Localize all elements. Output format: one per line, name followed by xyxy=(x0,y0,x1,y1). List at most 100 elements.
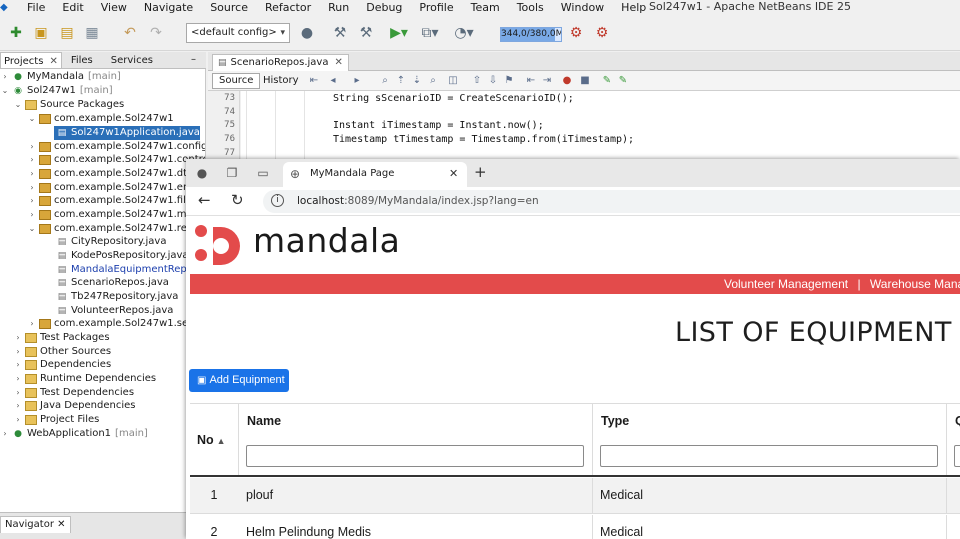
find-next-icon[interactable]: ⇣ xyxy=(410,74,424,87)
tree-item-package[interactable]: › com.example.Sol247w1.service xyxy=(27,317,205,331)
save-all-icon[interactable]: ▦ xyxy=(82,23,102,43)
add-equipment-button[interactable]: ▣ Add Equipment xyxy=(189,369,289,392)
uncomment-icon[interactable]: ✎ xyxy=(616,74,630,87)
expand-icon[interactable]: › xyxy=(27,153,37,166)
reload-icon[interactable]: ↻ xyxy=(231,191,244,209)
tree-item-package[interactable]: ⌄ com.example.Sol247w1.reposito xyxy=(27,222,205,236)
tree-item-runtime-dependencies[interactable]: › Runtime Dependencies xyxy=(13,372,156,386)
type-filter-input[interactable] xyxy=(600,445,938,467)
browser-tab-active[interactable]: ⊕ MyMandala Page ✕ xyxy=(283,162,467,187)
expand-icon[interactable]: › xyxy=(27,194,37,207)
profile-icon[interactable]: ● xyxy=(193,165,211,181)
tree-item-mymandala[interactable]: › ● MyMandala [main] xyxy=(0,70,120,84)
tab-files[interactable]: Files xyxy=(62,52,102,68)
menu-window[interactable]: Window xyxy=(552,0,612,15)
expand-icon[interactable]: › xyxy=(13,345,23,358)
collapse-icon[interactable]: ⌄ xyxy=(27,222,37,235)
menu-profile[interactable]: Profile xyxy=(410,0,461,15)
comment-icon[interactable]: ✎ xyxy=(600,74,614,87)
expand-icon[interactable]: › xyxy=(13,372,23,385)
sort-asc-icon[interactable]: ▲ xyxy=(217,436,226,446)
tree-item-package[interactable]: › com.example.Sol247w1.entity xyxy=(27,181,205,195)
minimize-icon[interactable]: – xyxy=(191,52,196,67)
forward-icon[interactable]: ▸ xyxy=(350,74,364,87)
tree-item-webapplication1[interactable]: › ● WebApplication1 [main] xyxy=(0,427,147,441)
menu-debug[interactable]: Debug xyxy=(357,0,410,15)
new-tab-icon[interactable]: + xyxy=(474,163,487,181)
clean-build-icon[interactable]: ⚒ xyxy=(355,23,377,43)
menu-file[interactable]: File xyxy=(18,0,53,15)
tab-actions-icon[interactable]: ▭ xyxy=(254,165,272,181)
nav-volunteer-management[interactable]: Volunteer Management xyxy=(724,277,848,291)
tree-item-project-files[interactable]: › Project Files xyxy=(13,413,99,427)
table-row[interactable]: 2 Helm Pelindung Medis Medical xyxy=(190,515,960,539)
close-tab-icon[interactable]: ✕ xyxy=(449,167,458,180)
collapse-icon[interactable]: ⌄ xyxy=(0,84,10,97)
quantity-filter-input[interactable] xyxy=(954,445,960,467)
tree-item-package[interactable]: › com.example.Sol247w1.config xyxy=(27,140,205,154)
expand-icon[interactable]: › xyxy=(13,399,23,412)
shift-left-icon[interactable]: ⇤ xyxy=(524,74,538,87)
find-icon[interactable]: ⌕ xyxy=(378,74,392,87)
tab-navigator[interactable]: Navigator ✕ xyxy=(0,516,71,533)
expand-icon[interactable]: › xyxy=(13,331,23,344)
code-editor[interactable]: String sScenarioID = CreateScenarioID();… xyxy=(241,91,960,161)
tree-item-dependencies[interactable]: › Dependencies xyxy=(13,358,111,372)
expand-icon[interactable]: › xyxy=(0,70,10,83)
menu-view[interactable]: View xyxy=(92,0,135,15)
find-prev-icon[interactable]: ⇡ xyxy=(394,74,408,87)
expand-icon[interactable]: › xyxy=(13,386,23,399)
back-icon[interactable]: ◂ xyxy=(326,74,340,87)
expand-icon[interactable]: › xyxy=(27,208,37,221)
profile-icon[interactable]: ◔▾ xyxy=(450,23,478,43)
toggle-bookmark-icon[interactable]: ⚑ xyxy=(502,74,516,87)
tree-item-package[interactable]: ⌄ com.example.Sol247w1 xyxy=(27,112,174,126)
menu-help[interactable]: Help xyxy=(612,0,654,15)
expand-icon[interactable]: › xyxy=(27,181,37,194)
new-file-icon[interactable]: ✚ xyxy=(6,23,26,43)
tree-item-java-file[interactable]: ▤ CityRepository.java xyxy=(54,235,167,249)
expand-icon[interactable]: › xyxy=(27,317,37,330)
expand-icon[interactable]: › xyxy=(27,140,37,153)
open-project-icon[interactable]: ▤ xyxy=(56,23,78,43)
back-arrow-icon[interactable]: ← xyxy=(198,191,211,209)
new-project-icon[interactable]: ▣ xyxy=(30,23,52,43)
tree-item-java-file-selected[interactable]: ▤ Sol247w1Application.java xyxy=(54,126,200,140)
shift-right-icon[interactable]: ⇥ xyxy=(540,74,554,87)
url-input[interactable]: i localhost:8089/MyMandala/index.jsp?lan… xyxy=(263,190,960,213)
browser-globe-icon[interactable]: ● xyxy=(296,23,318,43)
source-view-button[interactable]: Source xyxy=(212,73,261,89)
tree-item-source-packages[interactable]: ⌄ Source Packages xyxy=(13,98,125,112)
tab-services[interactable]: Services xyxy=(102,52,162,68)
tree-item-other-sources[interactable]: › Other Sources xyxy=(13,345,111,359)
gc-icon[interactable]: ⚙ xyxy=(566,23,586,43)
menu-refactor[interactable]: Refactor xyxy=(256,0,319,15)
close-icon[interactable]: ✕ xyxy=(334,55,342,71)
collapse-icon[interactable]: ⌄ xyxy=(27,112,37,125)
tab-projects[interactable]: Projects ✕ xyxy=(0,52,62,68)
tree-item-java-file[interactable]: ▤ VolunteerRepos.java xyxy=(54,304,174,318)
menu-tools[interactable]: Tools xyxy=(508,0,552,15)
menu-source[interactable]: Source xyxy=(201,0,256,15)
close-icon[interactable]: ✕ xyxy=(43,56,57,67)
menu-edit[interactable]: Edit xyxy=(53,0,91,15)
menu-run[interactable]: Run xyxy=(319,0,357,15)
close-icon[interactable]: ✕ xyxy=(57,519,65,530)
debug-icon[interactable]: ⧉▾ xyxy=(416,23,444,43)
mandala-logo[interactable]: mandala xyxy=(193,221,443,269)
expand-icon[interactable]: › xyxy=(13,413,23,426)
prev-bookmark-icon[interactable]: ⇧ xyxy=(470,74,484,87)
start-macro-icon[interactable]: ● xyxy=(560,74,574,87)
tree-item-java-file[interactable]: ▤ Tb247Repository.java xyxy=(54,290,179,304)
redo-icon[interactable]: ↷ xyxy=(146,23,166,43)
undo-icon[interactable]: ↶ xyxy=(120,23,140,43)
column-header-type[interactable]: Type xyxy=(592,404,946,475)
expand-icon[interactable]: › xyxy=(0,427,10,440)
tree-item-package[interactable]: ›com.example.Sol247w1.controller xyxy=(27,153,205,167)
workspaces-icon[interactable]: ❐ xyxy=(223,165,241,181)
stop-macro-icon[interactable]: ■ xyxy=(578,74,592,87)
column-header-quantity[interactable]: Q xyxy=(946,404,960,475)
tree-item-test-dependencies[interactable]: › Test Dependencies xyxy=(13,386,134,400)
tree-item-java-file-modified[interactable]: ▤MandalaEquipmentRepos.java xyxy=(54,263,205,277)
tree-item-test-packages[interactable]: › Test Packages xyxy=(13,331,109,345)
